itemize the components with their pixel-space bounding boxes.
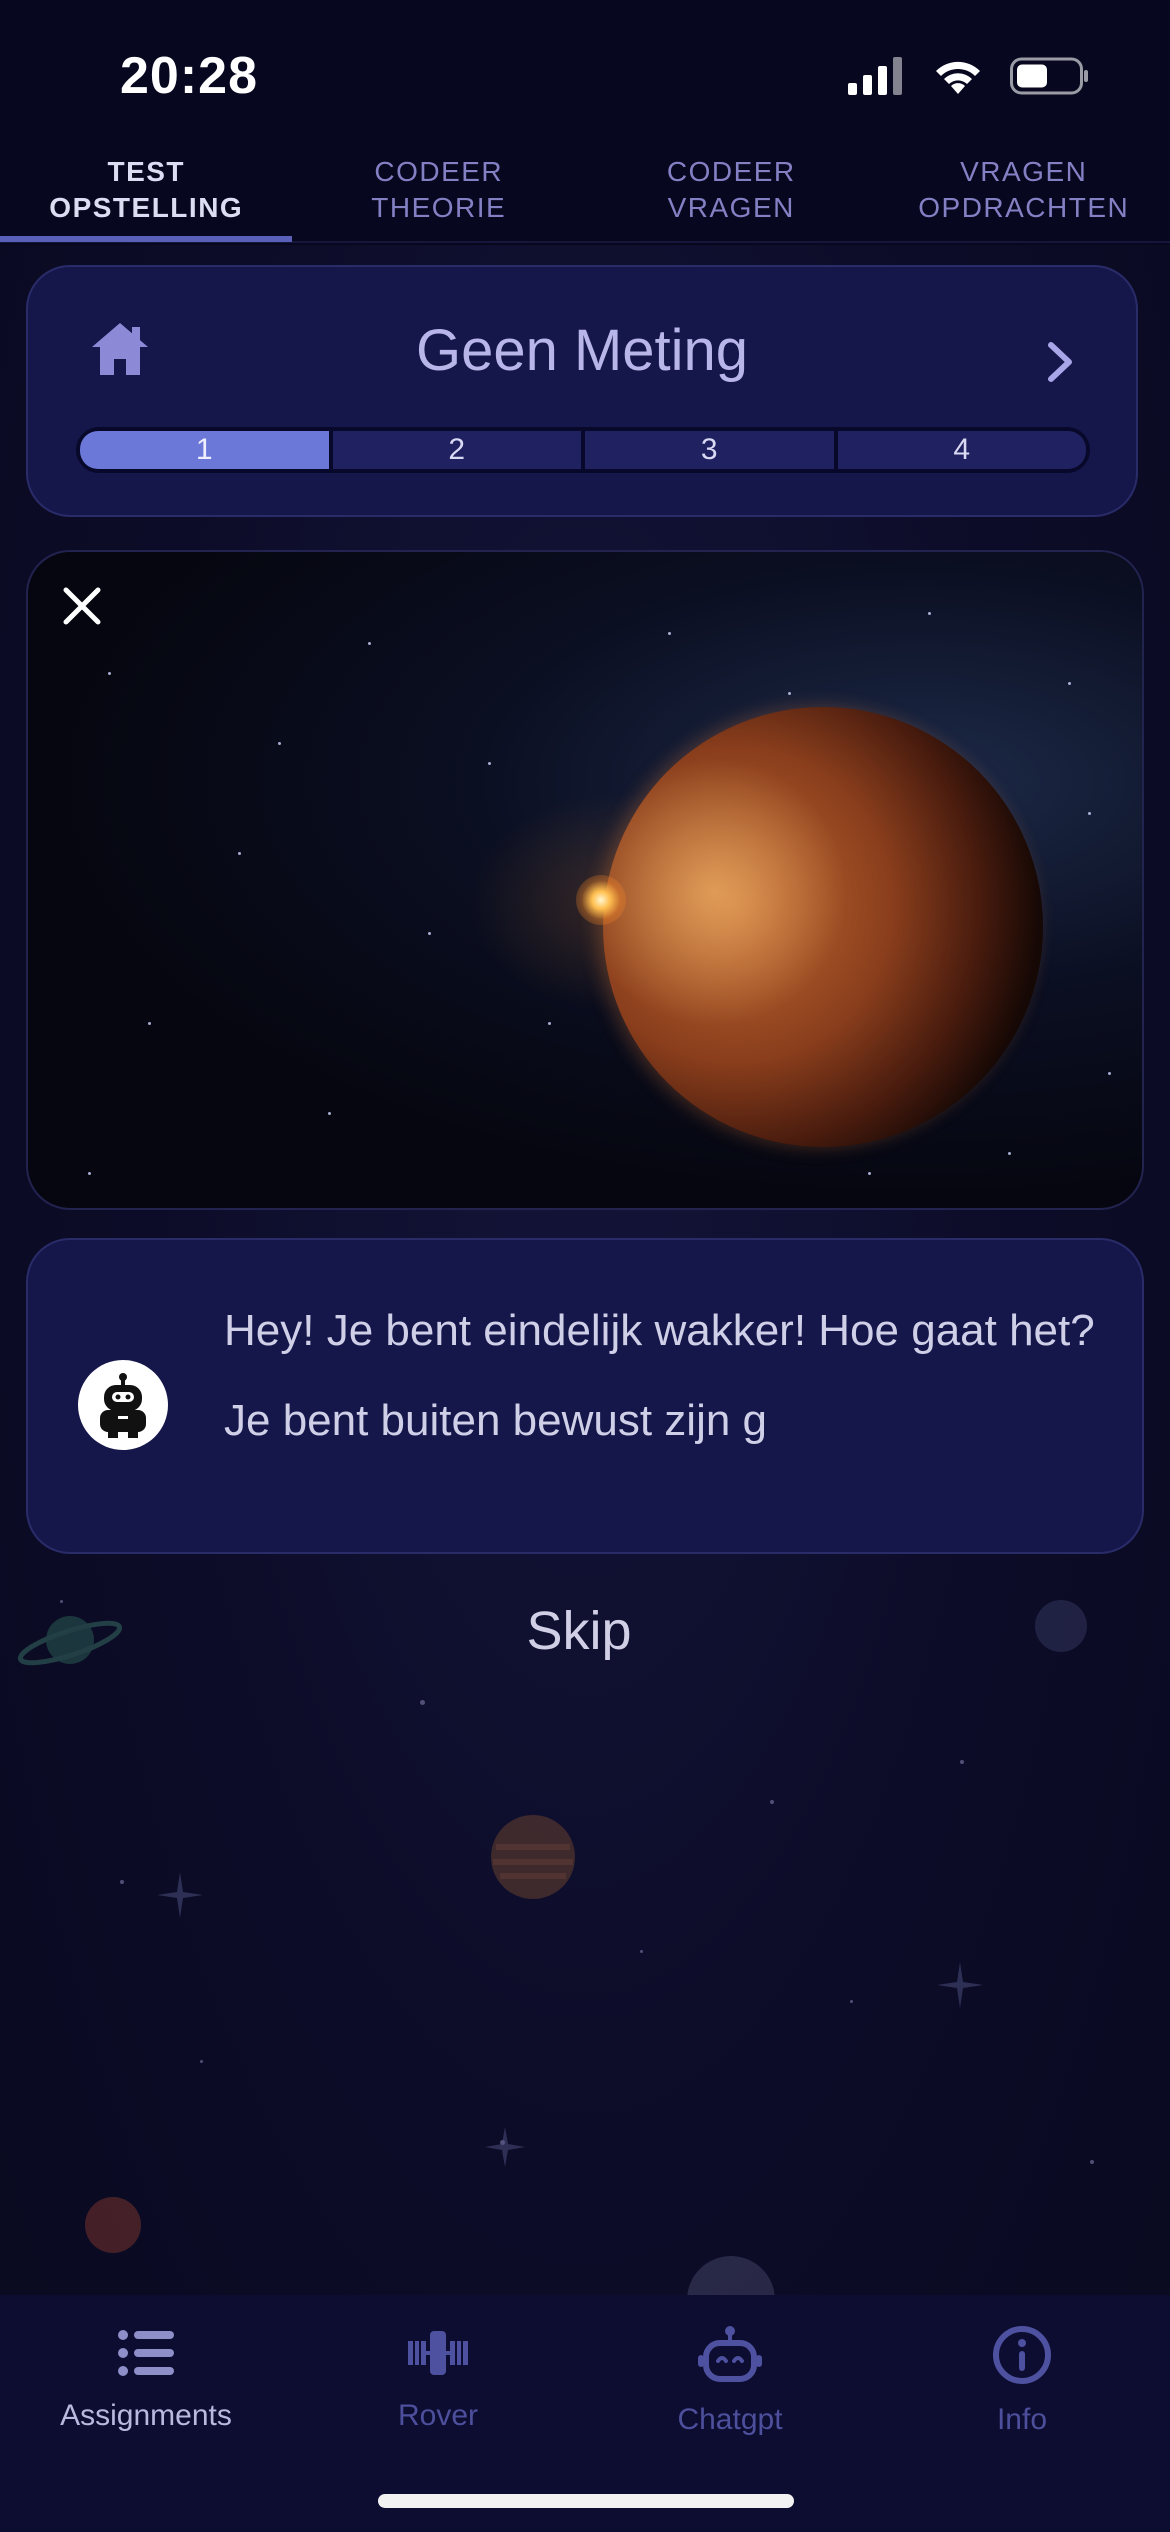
robot-icon <box>698 2326 762 2382</box>
nav-label-info: Info <box>996 2403 1048 2436</box>
top-tab-bar: TEST OPSTELLING CODEER THEORIE CODEER VR… <box>0 135 1170 245</box>
sparkle-decoration-icon <box>485 2127 525 2167</box>
robot-avatar <box>78 1360 168 1450</box>
nav-label-assignments: Assignments <box>60 2399 232 2432</box>
active-tab-indicator <box>0 236 292 242</box>
nav-info[interactable]: Info <box>876 2325 1168 2437</box>
tab-vragen-opdrachten[interactable]: VRAGEN OPDRACHTEN <box>878 135 1170 245</box>
step-progress-bar: 1 2 3 4 <box>76 427 1090 473</box>
close-icon[interactable] <box>58 582 106 630</box>
list-icon <box>118 2330 174 2376</box>
planet-image <box>603 707 1043 1147</box>
sparkle-decoration-icon <box>157 1872 203 1918</box>
step-4[interactable]: 4 <box>837 431 1086 469</box>
step-3[interactable]: 3 <box>585 431 834 469</box>
robot-icon <box>100 1373 146 1438</box>
sparkle-decoration-icon <box>937 1962 983 2008</box>
nav-label-chatgpt: Chatgpt <box>677 2403 783 2436</box>
step-2[interactable]: 2 <box>332 431 581 469</box>
status-time: 20:28 <box>120 47 258 105</box>
chevron-right-icon[interactable] <box>1041 337 1081 387</box>
striped-planet-decoration-icon <box>491 1815 575 1899</box>
satellite-icon <box>408 2331 468 2375</box>
nav-assignments[interactable]: Assignments <box>0 2325 292 2433</box>
sun-flare <box>576 875 626 925</box>
info-icon <box>993 2326 1051 2384</box>
chat-message-text: Hey! Je bent eindelijk wakker! Hoe gaat … <box>224 1306 1095 1445</box>
tab-codeer-vragen[interactable]: CODEER VRAGEN <box>585 135 878 245</box>
battery-icon <box>1010 57 1088 95</box>
home-indicator[interactable] <box>378 2494 794 2508</box>
step-1[interactable]: 1 <box>80 431 329 469</box>
cellular-signal-icon <box>848 57 902 95</box>
nav-chatgpt[interactable]: Chatgpt <box>584 2325 876 2437</box>
red-planet-decoration-icon <box>85 2197 141 2253</box>
measurement-card: Geen Meting 1 2 3 4 <box>26 265 1138 517</box>
planet-image-card <box>26 550 1144 1210</box>
nav-label-rover: Rover <box>397 2399 479 2432</box>
chat-message-card: Hey! Je bent eindelijk wakker! Hoe gaat … <box>26 1238 1144 1554</box>
wifi-icon <box>936 61 980 94</box>
tab-test-opstelling[interactable]: TEST OPSTELLING <box>0 135 293 245</box>
measurement-title: Geen Meting <box>415 318 749 383</box>
nav-rover[interactable]: Rover <box>292 2325 584 2433</box>
tab-codeer-theorie[interactable]: CODEER THEORIE <box>293 135 586 245</box>
status-bar: 20:28 <box>0 0 1170 135</box>
skip-button[interactable]: Skip <box>0 1600 1158 1662</box>
